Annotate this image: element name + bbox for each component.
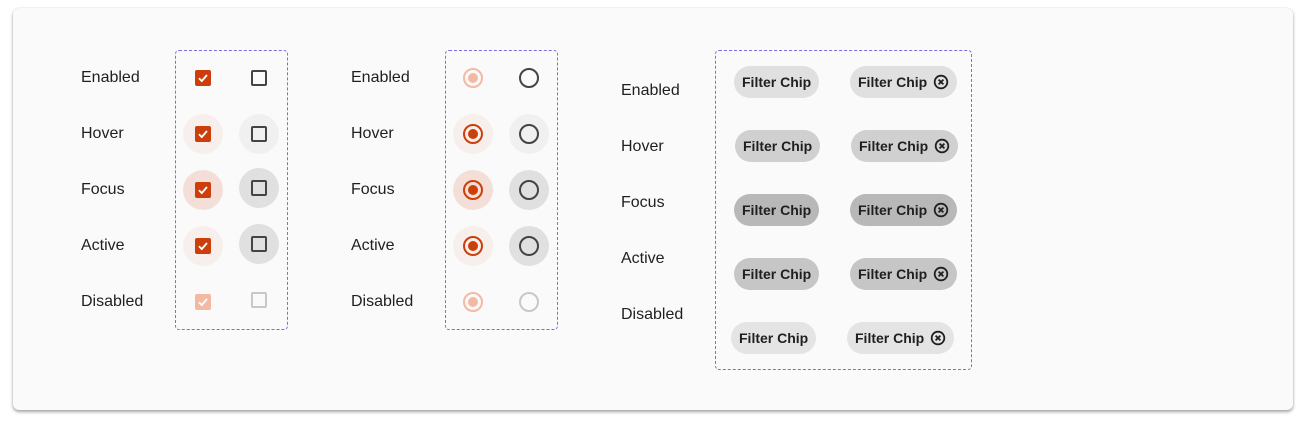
radio-circle xyxy=(519,180,539,200)
state-label-enabled: Enabled xyxy=(81,69,140,86)
chip-label: Filter Chip xyxy=(859,138,929,154)
checkbox-checked-focus[interactable] xyxy=(183,170,223,210)
chip-label: Filter Chip xyxy=(742,266,812,282)
radio-circle xyxy=(463,68,483,88)
check-icon xyxy=(198,242,208,251)
filter-chip-removable-disabled: Filter Chip xyxy=(847,322,955,354)
checkbox-unchecked-active[interactable] xyxy=(239,224,279,264)
state-label-focus: Focus xyxy=(81,181,125,198)
checkbox-unchecked-focus[interactable] xyxy=(239,168,279,208)
filter-chip-removable-active[interactable]: Filter Chip xyxy=(850,258,958,290)
radio-unselected-focus[interactable] xyxy=(509,170,549,210)
state-label-disabled: Disabled xyxy=(81,293,144,310)
component-states-card: Enabled Hover Focus Active Disabled Enab… xyxy=(13,8,1293,410)
radio-selected-focus[interactable] xyxy=(453,170,493,210)
checkbox-unchecked-disabled xyxy=(239,280,279,320)
chip-label: Filter Chip xyxy=(742,202,812,218)
radio-unselected-hover[interactable] xyxy=(509,114,549,154)
radio-circle xyxy=(463,236,483,256)
filter-chip-hover[interactable]: Filter Chip xyxy=(735,130,821,162)
filter-chip-enabled[interactable]: Filter Chip xyxy=(734,66,820,98)
state-label-active: Active xyxy=(351,237,395,254)
check-icon xyxy=(198,186,208,195)
close-circle-icon[interactable] xyxy=(933,202,949,218)
state-label-hover: Hover xyxy=(621,138,664,155)
radio-selected-disabled xyxy=(453,282,493,322)
radio-circle xyxy=(519,236,539,256)
checkbox-box xyxy=(195,238,211,254)
checkbox-box xyxy=(251,236,267,252)
checkbox-box xyxy=(195,70,211,86)
radio-circle xyxy=(519,68,539,88)
checkbox-unchecked-enabled[interactable] xyxy=(239,58,279,98)
checkbox-checked-hover[interactable] xyxy=(183,114,223,154)
filter-chip-focus[interactable]: Filter Chip xyxy=(734,194,820,226)
radio-selected-enabled[interactable] xyxy=(453,58,493,98)
radio-selected-active[interactable] xyxy=(453,226,493,266)
state-label-active: Active xyxy=(621,250,665,267)
radio-circle xyxy=(463,292,483,312)
chip-label: Filter Chip xyxy=(743,138,813,154)
filter-chip-removable-hover[interactable]: Filter Chip xyxy=(851,130,959,162)
radio-circle xyxy=(519,292,539,312)
close-circle-icon[interactable] xyxy=(933,266,949,282)
state-label-hover: Hover xyxy=(351,125,394,142)
checkbox-box xyxy=(251,70,267,86)
chip-label: Filter Chip xyxy=(855,330,925,346)
chip-label: Filter Chip xyxy=(742,74,812,90)
checkbox-box xyxy=(195,126,211,142)
filter-chip-disabled: Filter Chip xyxy=(731,322,817,354)
checkbox-box xyxy=(251,180,267,196)
state-label-hover: Hover xyxy=(81,125,124,142)
filter-chip-active[interactable]: Filter Chip xyxy=(734,258,820,290)
checkbox-box xyxy=(251,126,267,142)
radio-unselected-active[interactable] xyxy=(509,226,549,266)
state-label-focus: Focus xyxy=(621,194,665,211)
chip-label: Filter Chip xyxy=(858,202,928,218)
state-label-active: Active xyxy=(81,237,125,254)
check-icon xyxy=(198,74,208,83)
filter-chip-removable-focus[interactable]: Filter Chip xyxy=(850,194,958,226)
chip-label: Filter Chip xyxy=(858,266,928,282)
check-icon xyxy=(198,130,208,139)
state-label-focus: Focus xyxy=(351,181,395,198)
close-circle-icon[interactable] xyxy=(933,74,949,90)
state-label-disabled: Disabled xyxy=(351,293,414,310)
radio-unselected-enabled[interactable] xyxy=(509,58,549,98)
checkbox-checked-disabled xyxy=(183,282,223,322)
state-label-enabled: Enabled xyxy=(351,69,410,86)
filter-chip-removable-enabled[interactable]: Filter Chip xyxy=(850,66,958,98)
checkbox-box xyxy=(251,292,267,308)
chip-label: Filter Chip xyxy=(739,330,809,346)
checkbox-box xyxy=(195,182,211,198)
checkbox-checked-enabled[interactable] xyxy=(183,58,223,98)
state-label-disabled: Disabled xyxy=(621,306,684,323)
radio-circle xyxy=(463,180,483,200)
radio-circle xyxy=(463,124,483,144)
chip-label: Filter Chip xyxy=(858,74,928,90)
radio-selected-hover[interactable] xyxy=(453,114,493,154)
checkbox-checked-active[interactable] xyxy=(183,226,223,266)
checkbox-box xyxy=(195,294,211,310)
state-label-enabled: Enabled xyxy=(621,82,680,99)
check-icon xyxy=(198,298,208,307)
radio-unselected-disabled xyxy=(509,282,549,322)
close-circle-icon xyxy=(930,330,946,346)
close-circle-icon[interactable] xyxy=(934,138,950,154)
radio-circle xyxy=(519,124,539,144)
checkbox-unchecked-hover[interactable] xyxy=(239,114,279,154)
